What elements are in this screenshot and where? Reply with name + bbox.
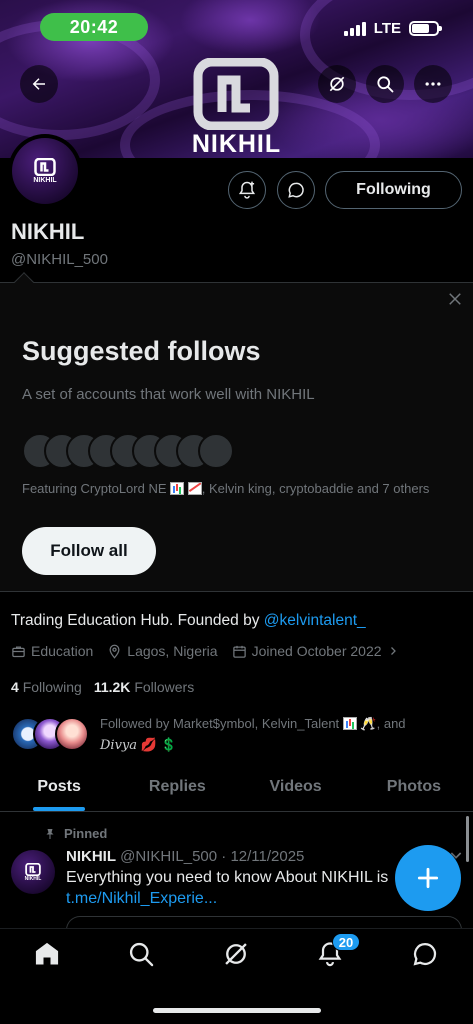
post-avatar-text: NIKHIL [24,875,42,882]
bell-plus-icon [238,181,256,199]
followers-count-link[interactable]: 11.2K Followers [94,679,194,695]
profile-name: NIKHIL [11,219,85,244]
joined-item[interactable]: Joined October 2022 [232,643,399,659]
battery-icon [409,21,442,36]
pinned-label: Pinned [64,826,108,841]
featuring-text: Featuring CryptoLord NE , Kelvin king, c… [22,481,442,497]
nav-messages[interactable] [400,929,450,979]
bio-mention-link[interactable]: @kelvintalent_ [264,612,366,629]
location-pin-icon [109,644,120,659]
location-item: Lagos, Nigeria [107,643,218,659]
suggested-title: Suggested follows [22,336,261,366]
follower-avatar [55,717,89,751]
signal-icon [343,21,366,36]
post-header: NIKHIL @NIKHIL_500 · 12/11/2025 [66,848,304,865]
nav-grok[interactable] [211,929,261,979]
grok-button[interactable] [318,65,356,103]
followers-count-label: Followers [134,679,195,695]
toast-emoji-icon: 🥂 [360,716,377,731]
followers-count: 11.2K [93,679,131,695]
status-icons: LTE [343,20,442,37]
category-label: Education [31,643,94,659]
profile-avatar[interactable]: NIKHIL [8,134,82,208]
compose-button[interactable] [395,845,461,911]
pin-icon [46,828,54,839]
follow-all-button[interactable]: Follow all [22,527,156,575]
profile-tabs: Posts Replies Videos Photos [0,762,473,812]
followed-by-mid: , and [376,716,406,731]
more-horizontal-icon [425,82,441,86]
chart-up-emoji-icon [187,482,202,495]
home-icon [35,942,59,965]
close-icon[interactable] [446,290,464,308]
avatar-logo-icon [34,158,56,176]
scrollbar[interactable] [466,816,469,862]
followed-by-last: Divya [100,738,138,753]
following-button[interactable]: Following [325,171,462,209]
following-count-label: Following [22,679,82,695]
notify-button[interactable] [228,171,266,209]
post-avatar-logo-icon [25,862,41,876]
arrow-left-icon [32,78,45,90]
back-button[interactable] [20,65,58,103]
post-meta: @NIKHIL_500 · 12/11/2025 [116,848,305,865]
tab-photos[interactable]: Photos [355,762,473,811]
notification-badge: 20 [332,933,360,951]
following-count: 4 [11,679,19,695]
bio-text: Trading Education Hub. Founded by [11,612,264,629]
profile-handle: @NIKHIL_500 [11,251,108,268]
search-icon [377,76,394,93]
post-author[interactable]: NIKHIL [66,848,116,865]
tab-replies[interactable]: Replies [118,762,236,811]
tab-videos[interactable]: Videos [237,762,355,811]
status-time: 20:42 [40,13,148,41]
following-count-link[interactable]: 4 Following [11,679,82,695]
suggested-subtitle: A set of accounts that work well with NI… [22,386,315,403]
location-label: Lagos, Nigeria [127,643,218,659]
suggested-avatar [198,433,234,469]
message-bubble-icon [288,182,304,198]
grok-icon [225,943,247,965]
grok-icon [329,76,345,92]
nav-home[interactable] [22,929,72,979]
plus-icon [417,867,439,889]
suggested-avatars[interactable] [22,433,242,469]
more-options-button[interactable] [414,65,452,103]
followed-by-prefix: Followed by Market$ymbol, Kelvin_Talent [100,716,340,731]
message-bubble-icon [413,942,437,966]
post-link[interactable]: t.me/Nikhil_Experie... [66,890,217,908]
network-label: LTE [373,20,401,37]
followed-by-avatars[interactable] [11,717,91,751]
post-text: Everything you need to know About NIKHIL… [66,869,389,886]
message-button[interactable] [277,171,315,209]
chevron-right-icon [390,647,396,655]
featuring-suffix: , Kelvin king, cryptobaddie and 7 others [201,481,430,496]
joined-label: Joined October 2022 [251,643,382,659]
profile-bio: Trading Education Hub. Founded by @kelvi… [11,612,366,630]
profile-meta: Education Lagos, Nigeria Joined October … [11,643,399,659]
featuring-prefix: Featuring CryptoLord NE [22,481,167,496]
avatar-text: NIKHIL [33,177,57,184]
search-icon [129,942,154,967]
home-indicator[interactable] [153,1008,321,1013]
post-avatar[interactable]: NIKHIL [11,850,55,894]
bar-chart-emoji-icon [170,482,185,495]
banner-logo-icon [193,58,279,130]
calendar-icon [232,645,246,658]
followed-by-suffix: 💋 💲 [140,737,177,752]
nav-search[interactable] [116,929,166,979]
search-button[interactable] [366,65,404,103]
tab-posts[interactable]: Posts [0,762,118,811]
followed-by-text[interactable]: Followed by Market$ymbol, Kelvin_Talent … [100,713,440,756]
bar-chart-emoji-icon [342,717,357,730]
pinned-indicator: Pinned [44,826,107,841]
follow-counts: 4 Following 11.2K Followers [11,679,194,695]
category-item: Education [11,643,93,659]
briefcase-icon [12,646,25,657]
